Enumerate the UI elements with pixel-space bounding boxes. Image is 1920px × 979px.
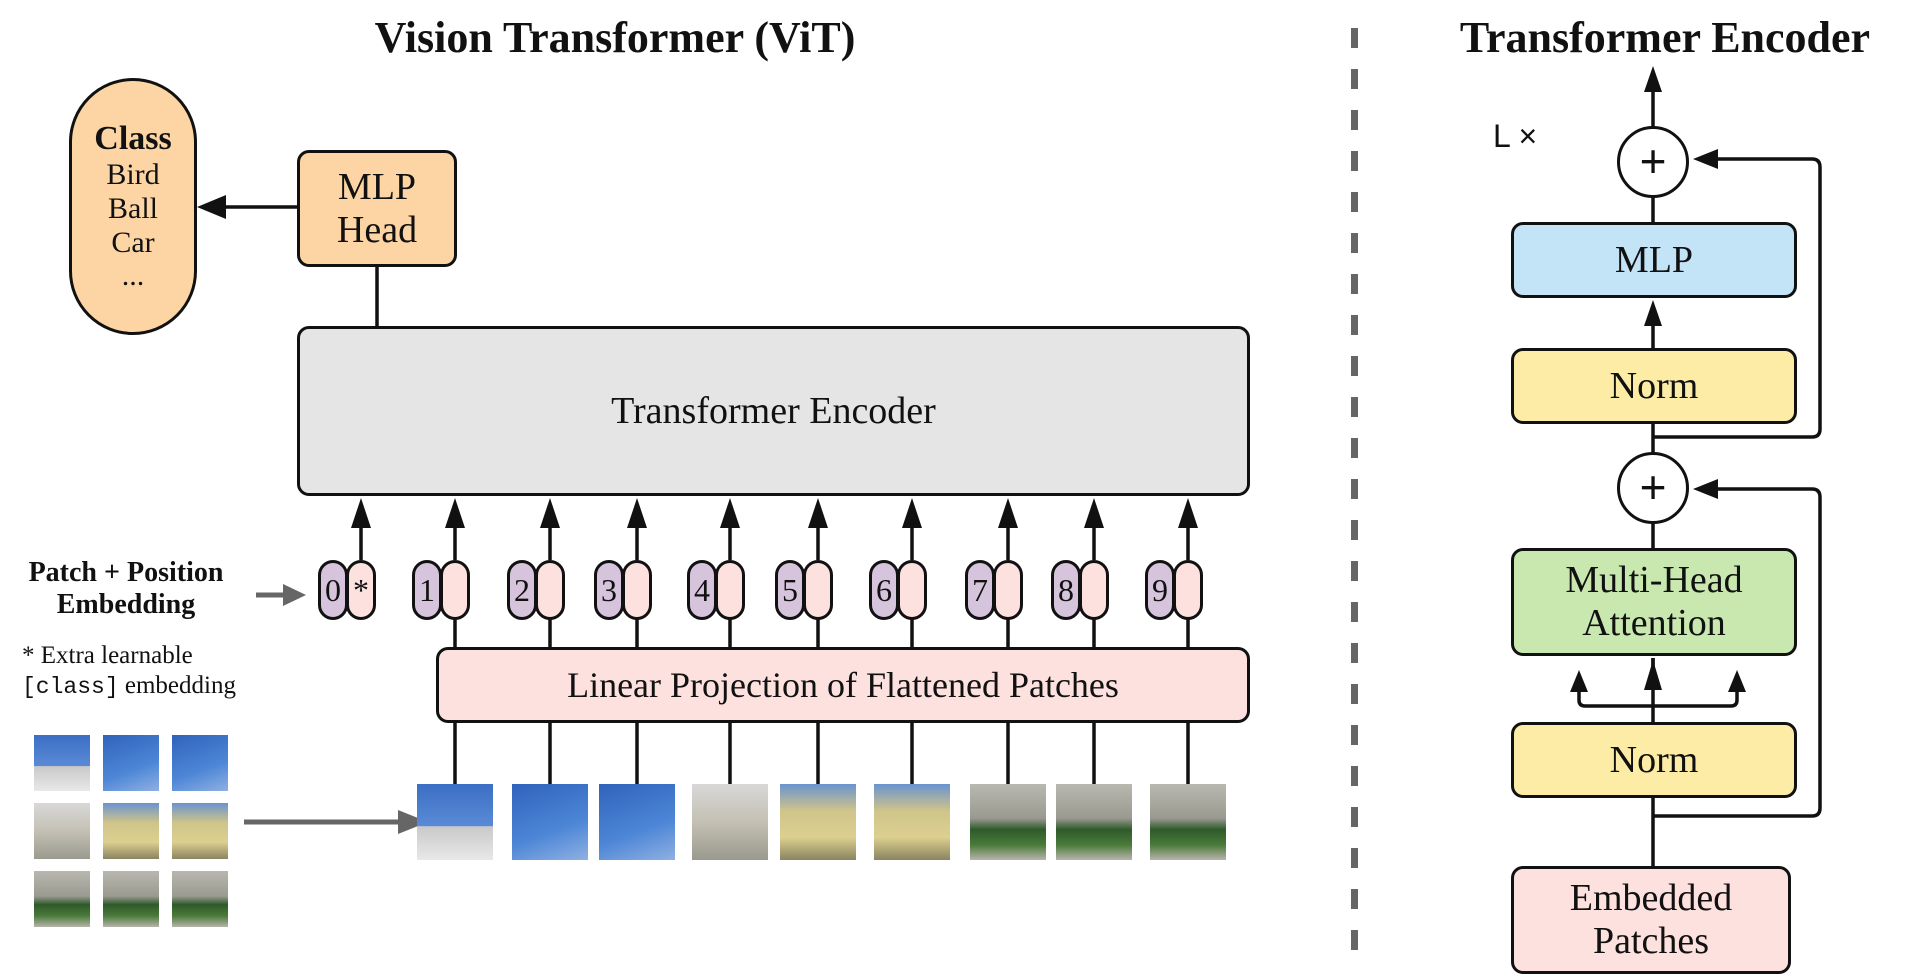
- position-embedding-0: 0: [318, 560, 348, 620]
- patch-embedding-6: [897, 560, 927, 620]
- multi-head-attention-block: Multi-Head Attention: [1511, 548, 1797, 656]
- grid-patch-6: [172, 803, 228, 859]
- position-embedding-7: 7: [965, 560, 995, 620]
- attention-line2: Attention: [1582, 602, 1726, 644]
- grid-patch-3: [172, 735, 228, 791]
- position-embedding-4: 4: [687, 560, 717, 620]
- patch-embedding-7: [993, 560, 1023, 620]
- patch-embedding-4: [715, 560, 745, 620]
- sequence-patch-4: [692, 784, 768, 860]
- embedded-patches-line1: Embedded: [1569, 877, 1733, 920]
- mlp-head-line2: Head: [336, 208, 418, 251]
- class-item-car: Car: [111, 225, 155, 259]
- mlp-label: MLP: [1614, 238, 1694, 281]
- grid-patch-9: [172, 871, 228, 927]
- position-embedding-5: 5: [775, 560, 805, 620]
- position-embedding-8: 8: [1051, 560, 1081, 620]
- mlp-head-box: MLP Head: [297, 150, 457, 267]
- mlp-block: MLP: [1511, 222, 1797, 298]
- norm-bottom-label: Norm: [1609, 738, 1699, 781]
- grid-patch-2: [103, 735, 159, 791]
- token-arrowhead: [720, 498, 740, 528]
- norm-top-label: Norm: [1609, 364, 1699, 407]
- sequence-patch-3: [599, 784, 675, 860]
- token-wires: [351, 498, 1198, 784]
- class-token-embedding: *: [346, 560, 376, 620]
- patch-embedding-8: [1079, 560, 1109, 620]
- patch-embedding-1: [440, 560, 470, 620]
- sequence-patch-2: [512, 784, 588, 860]
- grid-patch-1: [34, 735, 90, 791]
- head-to-class-arrowhead: [197, 195, 226, 219]
- panel-divider: [1351, 28, 1358, 968]
- residual-add-top: +: [1617, 126, 1689, 198]
- sequence-patch-6: [874, 784, 950, 860]
- linear-projection-box: Linear Projection of Flattened Patches: [436, 647, 1250, 723]
- token-arrowhead: [540, 498, 560, 528]
- position-embedding-2: 2: [507, 560, 537, 620]
- token-arrowhead: [351, 498, 371, 528]
- embedding-label-line1: Patch + Position: [28, 557, 224, 588]
- layer-repeat-label: L ×: [1493, 118, 1538, 154]
- footnote-line2-rest: embedding: [118, 672, 236, 699]
- residual-top-arrowhead: [1693, 149, 1718, 169]
- residual-add-bottom: +: [1617, 452, 1689, 524]
- class-heading: Class: [94, 120, 172, 158]
- norm-block-top: Norm: [1511, 348, 1797, 424]
- footnote-code: [class]: [22, 674, 119, 700]
- transformer-encoder-label: Transformer Encoder: [611, 389, 936, 432]
- sequence-patch-7: [970, 784, 1046, 860]
- linear-projection-label: Linear Projection of Flattened Patches: [567, 664, 1119, 705]
- transformer-encoder-box: Transformer Encoder: [297, 326, 1250, 496]
- grid-patch-5: [103, 803, 159, 859]
- grid-patch-7: [34, 871, 90, 927]
- sequence-patch-1: [417, 784, 493, 860]
- output-arrowhead: [1644, 66, 1662, 92]
- norm-to-mlp-arrowhead: [1644, 300, 1662, 326]
- add-icon: +: [1639, 135, 1667, 188]
- encoder-detail-title: Transformer Encoder: [1459, 13, 1871, 62]
- attention-line1: Multi-Head: [1565, 559, 1743, 602]
- footnote-line2: [class] embedding: [22, 671, 236, 702]
- patch-embedding-5: [803, 560, 833, 620]
- residual-bottom-arrowhead: [1693, 479, 1718, 499]
- class-output-box: Class Bird Ball Car ...: [69, 78, 197, 335]
- token-arrowhead: [808, 498, 828, 528]
- patch-embedding-9: [1173, 560, 1203, 620]
- footnote-line1: * Extra learnable: [22, 642, 193, 669]
- sequence-patch-9: [1150, 784, 1226, 860]
- patch-embedding-3: [622, 560, 652, 620]
- embedding-label-line2: Embedding: [56, 589, 196, 621]
- key-arrowhead: [1644, 660, 1662, 690]
- position-embedding-6: 6: [869, 560, 899, 620]
- embedded-patches-block: Embedded Patches: [1511, 866, 1791, 974]
- grid-patch-4: [34, 803, 90, 859]
- token-arrowhead: [998, 498, 1018, 528]
- class-item-more: ...: [121, 259, 145, 293]
- class-token-footnote: * Extra learnable [class] embedding: [22, 641, 236, 702]
- query-arrowhead: [1570, 670, 1588, 692]
- position-embedding-1: 1: [412, 560, 442, 620]
- token-arrowhead: [1178, 498, 1198, 528]
- class-item-bird: Bird: [106, 158, 160, 192]
- norm-block-bottom: Norm: [1511, 722, 1797, 798]
- patch-embedding-2: [535, 560, 565, 620]
- position-embedding-3: 3: [594, 560, 624, 620]
- token-arrowhead: [1084, 498, 1104, 528]
- value-arrowhead: [1728, 670, 1746, 692]
- patch-position-embedding-label: Patch + Position Embedding: [4, 557, 248, 621]
- mlp-head-line1: MLP: [337, 165, 417, 208]
- token-arrowhead: [902, 498, 922, 528]
- embedding-pointer-arrowhead: [283, 584, 306, 606]
- sequence-patch-5: [780, 784, 856, 860]
- add-icon: +: [1639, 461, 1667, 514]
- embedded-patches-line2: Patches: [1592, 920, 1710, 962]
- token-arrowhead: [627, 498, 647, 528]
- token-arrowhead: [445, 498, 465, 528]
- class-item-ball: Ball: [108, 191, 158, 225]
- grid-patch-8: [103, 871, 159, 927]
- sequence-patch-8: [1056, 784, 1132, 860]
- position-embedding-9: 9: [1145, 560, 1175, 620]
